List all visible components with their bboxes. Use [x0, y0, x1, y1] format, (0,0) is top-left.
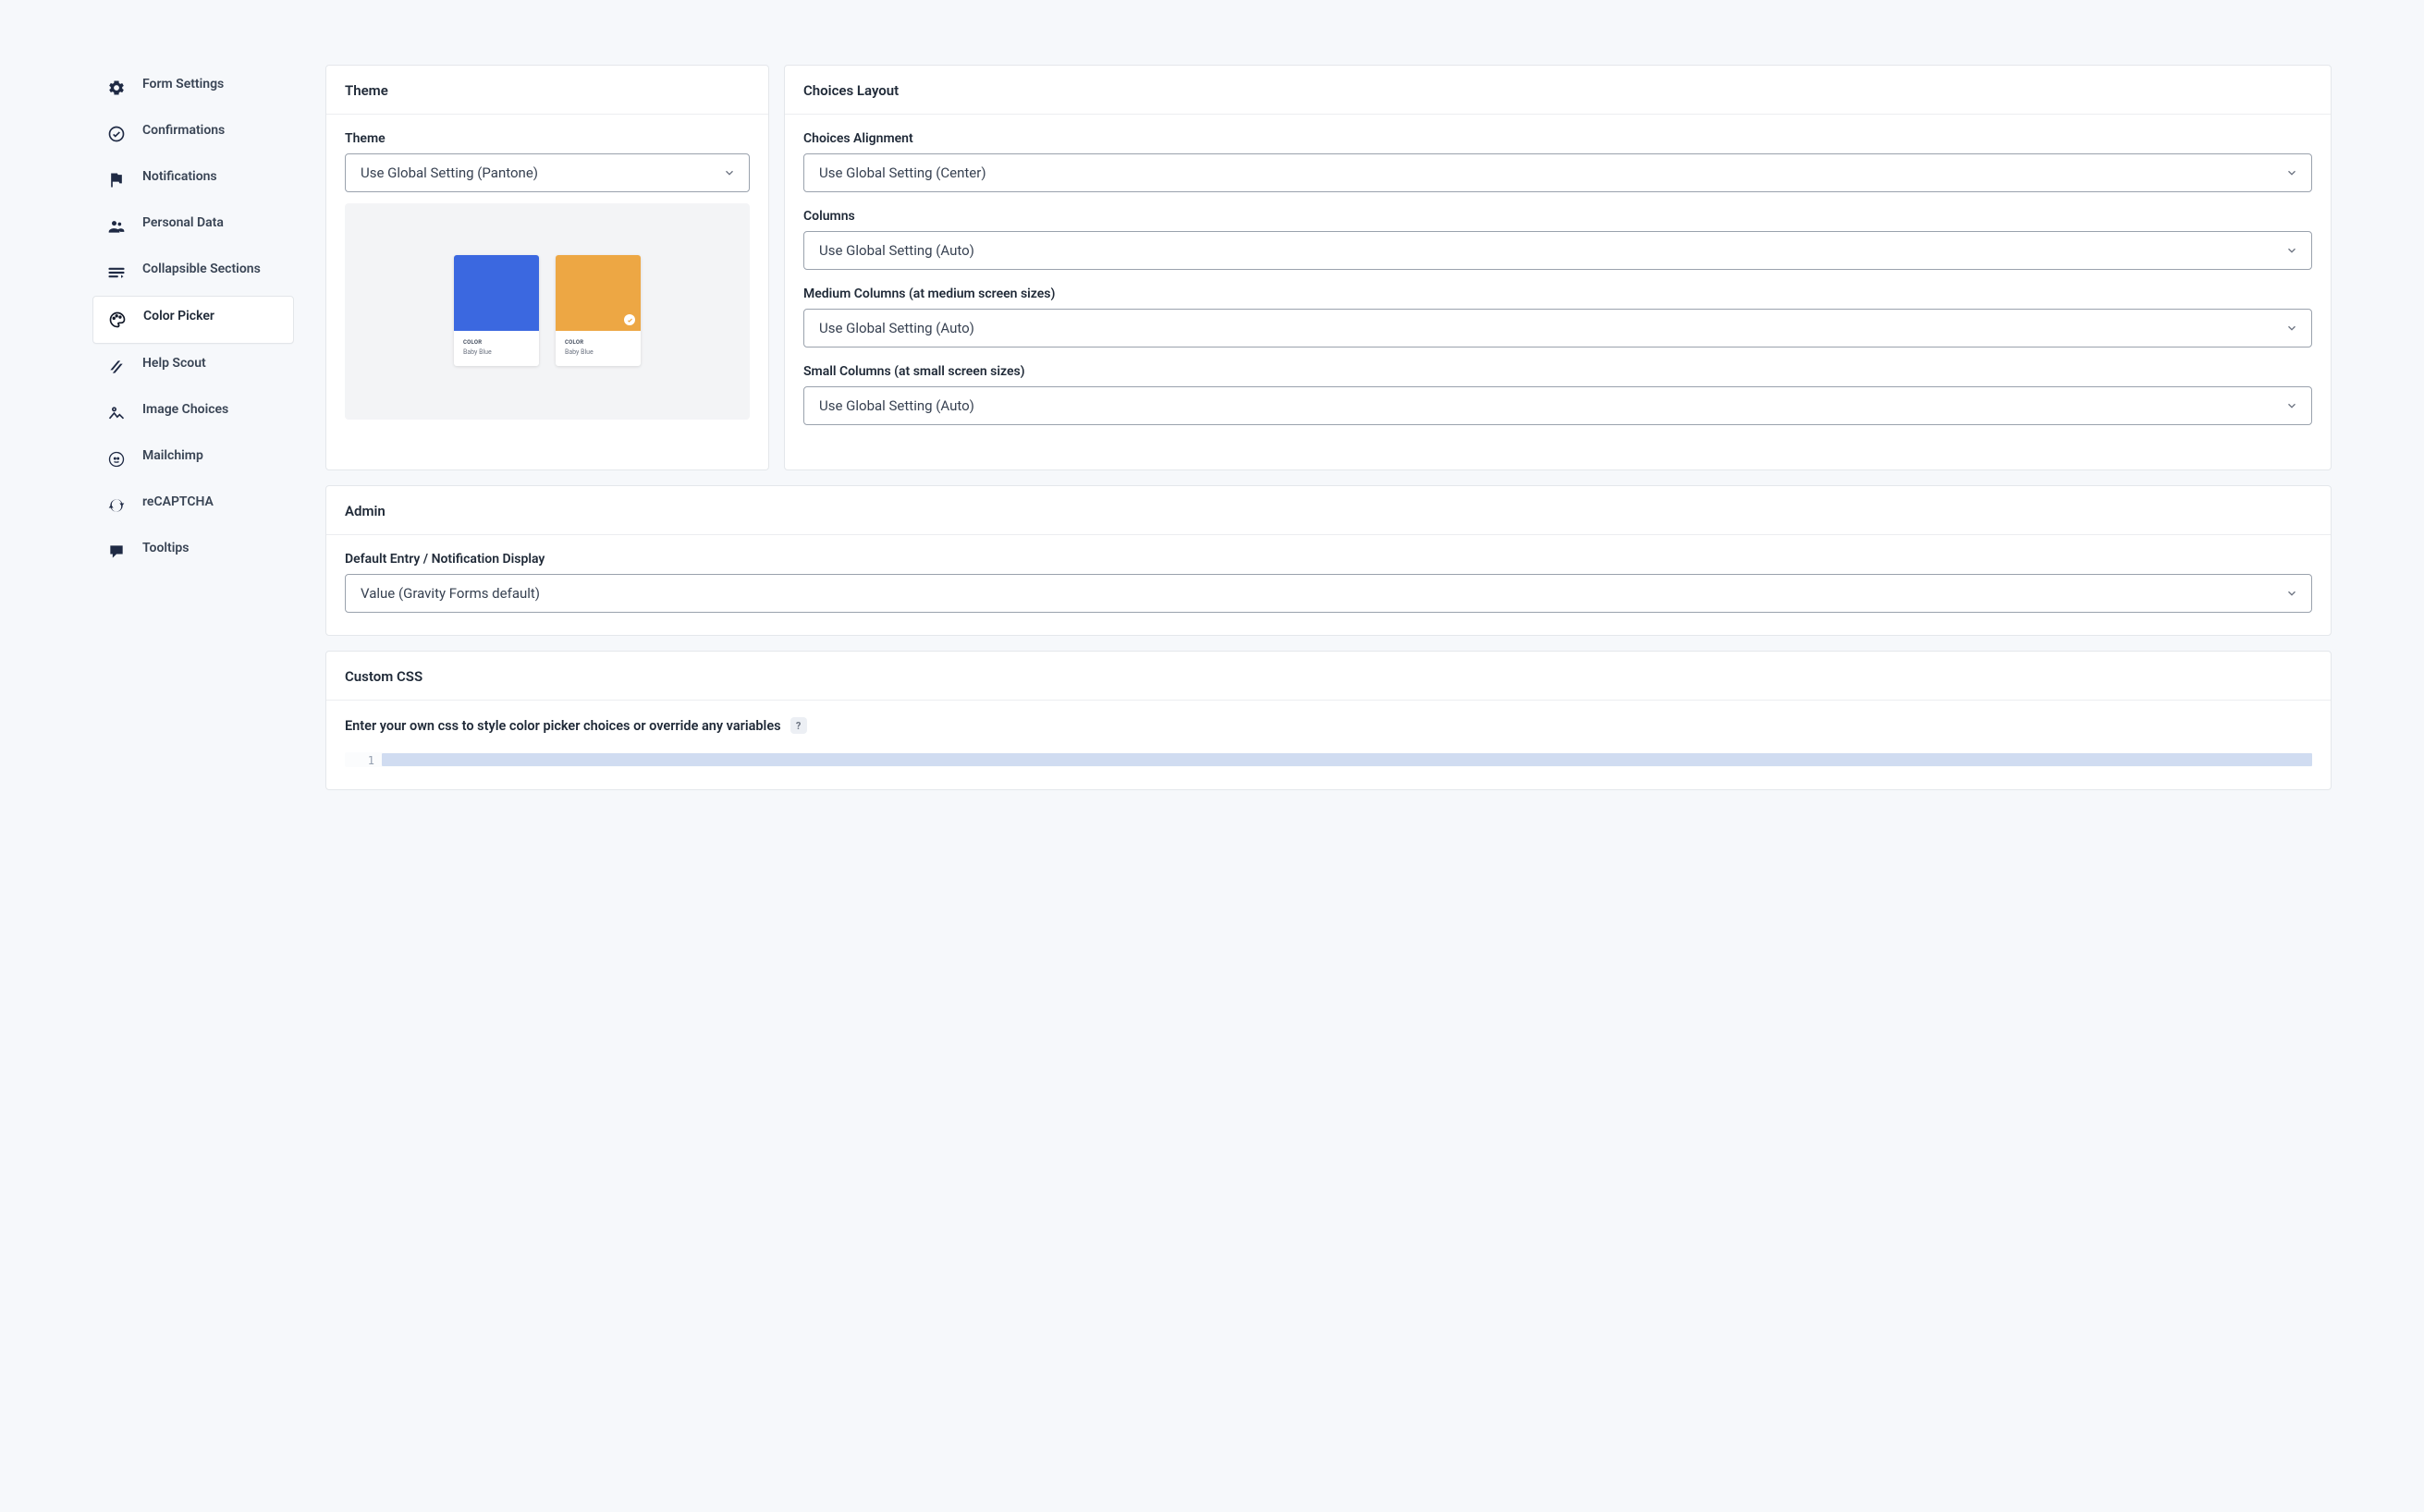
card-title-theme: Theme [326, 66, 768, 115]
settings-sidebar: Form Settings Confirmations Notification… [92, 65, 294, 802]
sidebar-item-mailchimp[interactable]: Mailchimp [92, 436, 294, 482]
theme-select[interactable]: Use Global Setting (Pantone) [345, 153, 750, 192]
card-title-custom-css: Custom CSS [326, 652, 2331, 701]
sidebar-item-label: Tooltips [142, 541, 279, 555]
sidebar-item-recaptcha[interactable]: reCAPTCHA [92, 482, 294, 529]
sidebar-item-image-choices[interactable]: Image Choices [92, 390, 294, 436]
sidebar-item-help-scout[interactable]: Help Scout [92, 344, 294, 390]
sidebar-item-label: Image Choices [142, 402, 279, 417]
card-choices-layout: Choices Layout Choices Alignment Use Glo… [784, 65, 2332, 470]
css-editor[interactable]: 1 [345, 752, 2312, 767]
card-title-admin: Admin [326, 486, 2331, 535]
chevron-down-icon [723, 166, 736, 179]
editor-active-line [382, 753, 2312, 766]
help-icon[interactable]: ? [790, 717, 807, 734]
sidebar-item-label: Confirmations [142, 123, 279, 138]
sidebar-item-personal-data[interactable]: Personal Data [92, 203, 294, 250]
card-custom-css: Custom CSS Enter your own css to style c… [325, 651, 2332, 790]
choices-alignment-label: Choices Alignment [803, 131, 2312, 146]
select-value: Use Global Setting (Pantone) [361, 165, 538, 181]
theme-field-label: Theme [345, 131, 750, 146]
medium-columns-label: Medium Columns (at medium screen sizes) [803, 287, 2312, 301]
sidebar-item-collapsible-sections[interactable]: Collapsible Sections [92, 250, 294, 296]
swatch-blue[interactable]: COLOR Baby Blue [454, 255, 539, 366]
admin-display-select[interactable]: Value (Gravity Forms default) [345, 574, 2312, 613]
chevron-down-icon [2285, 587, 2298, 600]
select-value: Use Global Setting (Auto) [819, 397, 974, 414]
medium-columns-select[interactable]: Use Global Setting (Auto) [803, 309, 2312, 348]
card-title-choices: Choices Layout [785, 66, 2331, 115]
chevron-down-icon [2285, 399, 2298, 412]
swatch-color [556, 255, 641, 331]
editor-line-number: 1 [345, 752, 382, 767]
sidebar-item-confirmations[interactable]: Confirmations [92, 111, 294, 157]
select-value: Use Global Setting (Auto) [819, 320, 974, 336]
small-columns-label: Small Columns (at small screen sizes) [803, 364, 2312, 379]
custom-css-subtitle: Enter your own css to style color picker… [345, 718, 781, 734]
recaptcha-icon [107, 496, 126, 515]
gear-icon [107, 79, 126, 97]
sidebar-item-label: reCAPTCHA [142, 494, 279, 509]
columns-label: Columns [803, 209, 2312, 224]
image-icon [107, 404, 126, 422]
people-icon [107, 217, 126, 236]
select-value: Use Global Setting (Auto) [819, 242, 974, 259]
sidebar-item-label: Collapsible Sections [142, 262, 279, 276]
swatch-category: COLOR [565, 339, 633, 346]
theme-preview: COLOR Baby Blue COLOR [345, 203, 750, 420]
choices-alignment-select[interactable]: Use Global Setting (Center) [803, 153, 2312, 192]
small-columns-select[interactable]: Use Global Setting (Auto) [803, 386, 2312, 425]
chevron-down-icon [2285, 322, 2298, 335]
sidebar-item-notifications[interactable]: Notifications [92, 157, 294, 203]
select-value: Use Global Setting (Center) [819, 165, 986, 181]
sections-icon [107, 263, 126, 282]
columns-select[interactable]: Use Global Setting (Auto) [803, 231, 2312, 270]
flag-icon [107, 171, 126, 189]
check-circle-icon [107, 125, 126, 143]
swatch-orange[interactable]: COLOR Baby Blue [556, 255, 641, 366]
swatch-name: Baby Blue [565, 348, 633, 356]
swatch-name: Baby Blue [463, 348, 532, 356]
sidebar-item-label: Personal Data [142, 215, 279, 230]
card-theme: Theme Theme Use Global Setting (Pantone) [325, 65, 769, 470]
color-picker-icon [108, 311, 127, 329]
comment-icon [107, 543, 126, 561]
sidebar-item-form-settings[interactable]: Form Settings [92, 65, 294, 111]
chevron-down-icon [2285, 244, 2298, 257]
admin-field-label: Default Entry / Notification Display [345, 552, 2312, 567]
mailchimp-icon [107, 450, 126, 469]
sidebar-item-label: Help Scout [142, 356, 279, 371]
sidebar-item-label: Notifications [142, 169, 279, 184]
sidebar-item-tooltips[interactable]: Tooltips [92, 529, 294, 575]
sidebar-item-color-picker[interactable]: Color Picker [92, 296, 294, 344]
stripes-icon [107, 358, 126, 376]
check-icon [624, 314, 635, 325]
sidebar-item-label: Color Picker [143, 309, 278, 323]
chevron-down-icon [2285, 166, 2298, 179]
sidebar-item-label: Form Settings [142, 77, 279, 91]
main-content: Theme Theme Use Global Setting (Pantone) [325, 65, 2332, 802]
sidebar-item-label: Mailchimp [142, 448, 279, 463]
card-admin: Admin Default Entry / Notification Displ… [325, 485, 2332, 636]
select-value: Value (Gravity Forms default) [361, 585, 540, 602]
swatch-category: COLOR [463, 339, 532, 346]
swatch-color [454, 255, 539, 331]
